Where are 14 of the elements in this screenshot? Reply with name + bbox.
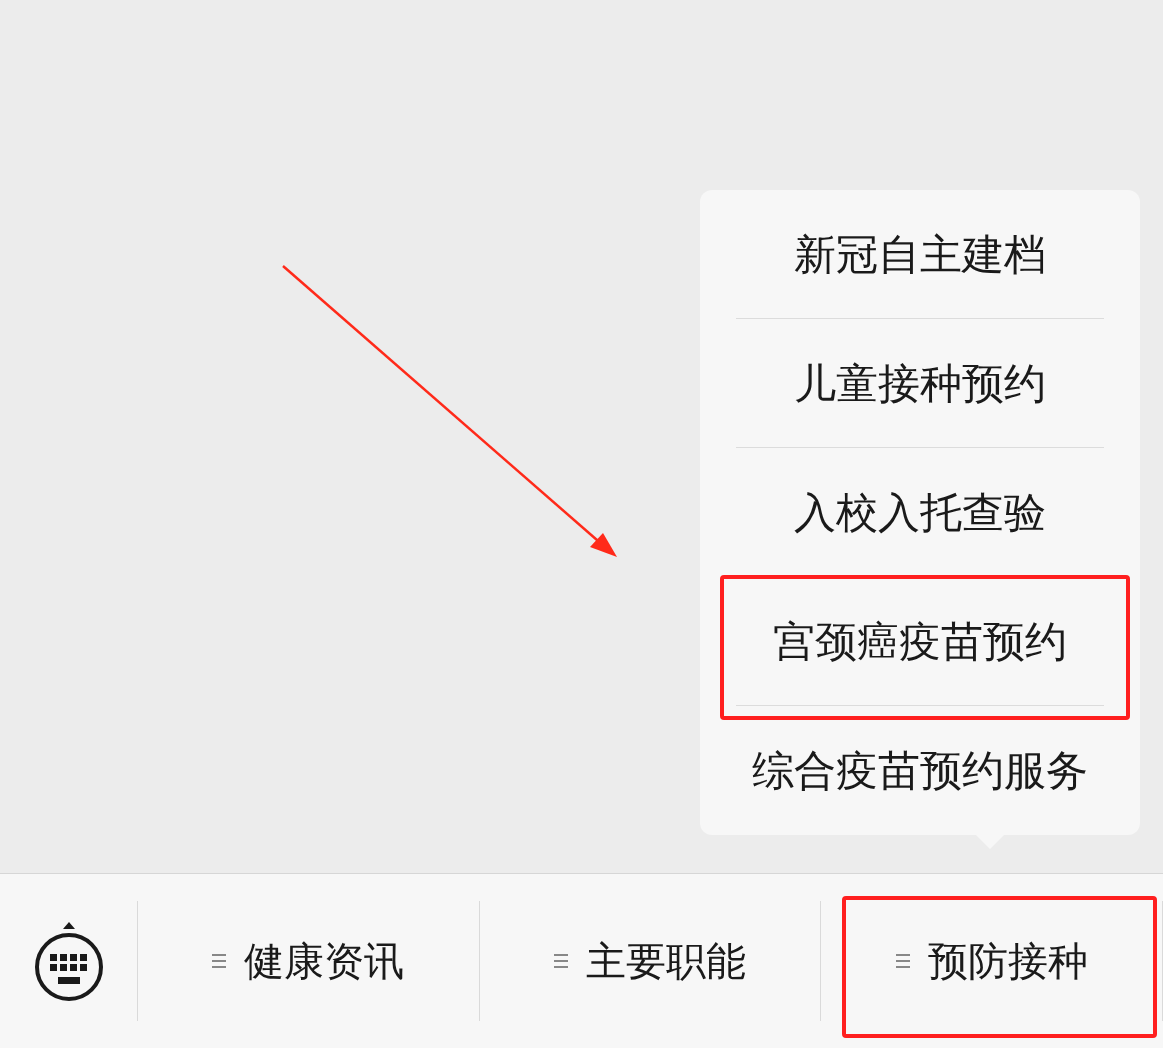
menu-item[interactable]: 入校入托查验 (700, 448, 1140, 577)
menu-icon (212, 953, 227, 969)
menu-item[interactable]: 儿童接种预约 (700, 319, 1140, 448)
tab-label: 预防接种 (927, 936, 1088, 986)
menu-item[interactable]: 宫颈癌疫苗预约 (700, 577, 1140, 706)
menu-item[interactable]: 综合疫苗预约服务 (700, 706, 1140, 835)
menu-icon (895, 953, 910, 969)
menu-item[interactable]: 新冠自主建档 (700, 190, 1140, 319)
menu-tab[interactable]: 预防接种 (821, 901, 1163, 1021)
menu-tab[interactable]: 健康资讯 (138, 901, 480, 1021)
menu-icon (554, 953, 568, 969)
menu-tab[interactable]: 主要职能 (479, 901, 822, 1021)
tab-label: 健康资讯 (244, 936, 405, 986)
tab-label: 主要职能 (586, 936, 746, 986)
